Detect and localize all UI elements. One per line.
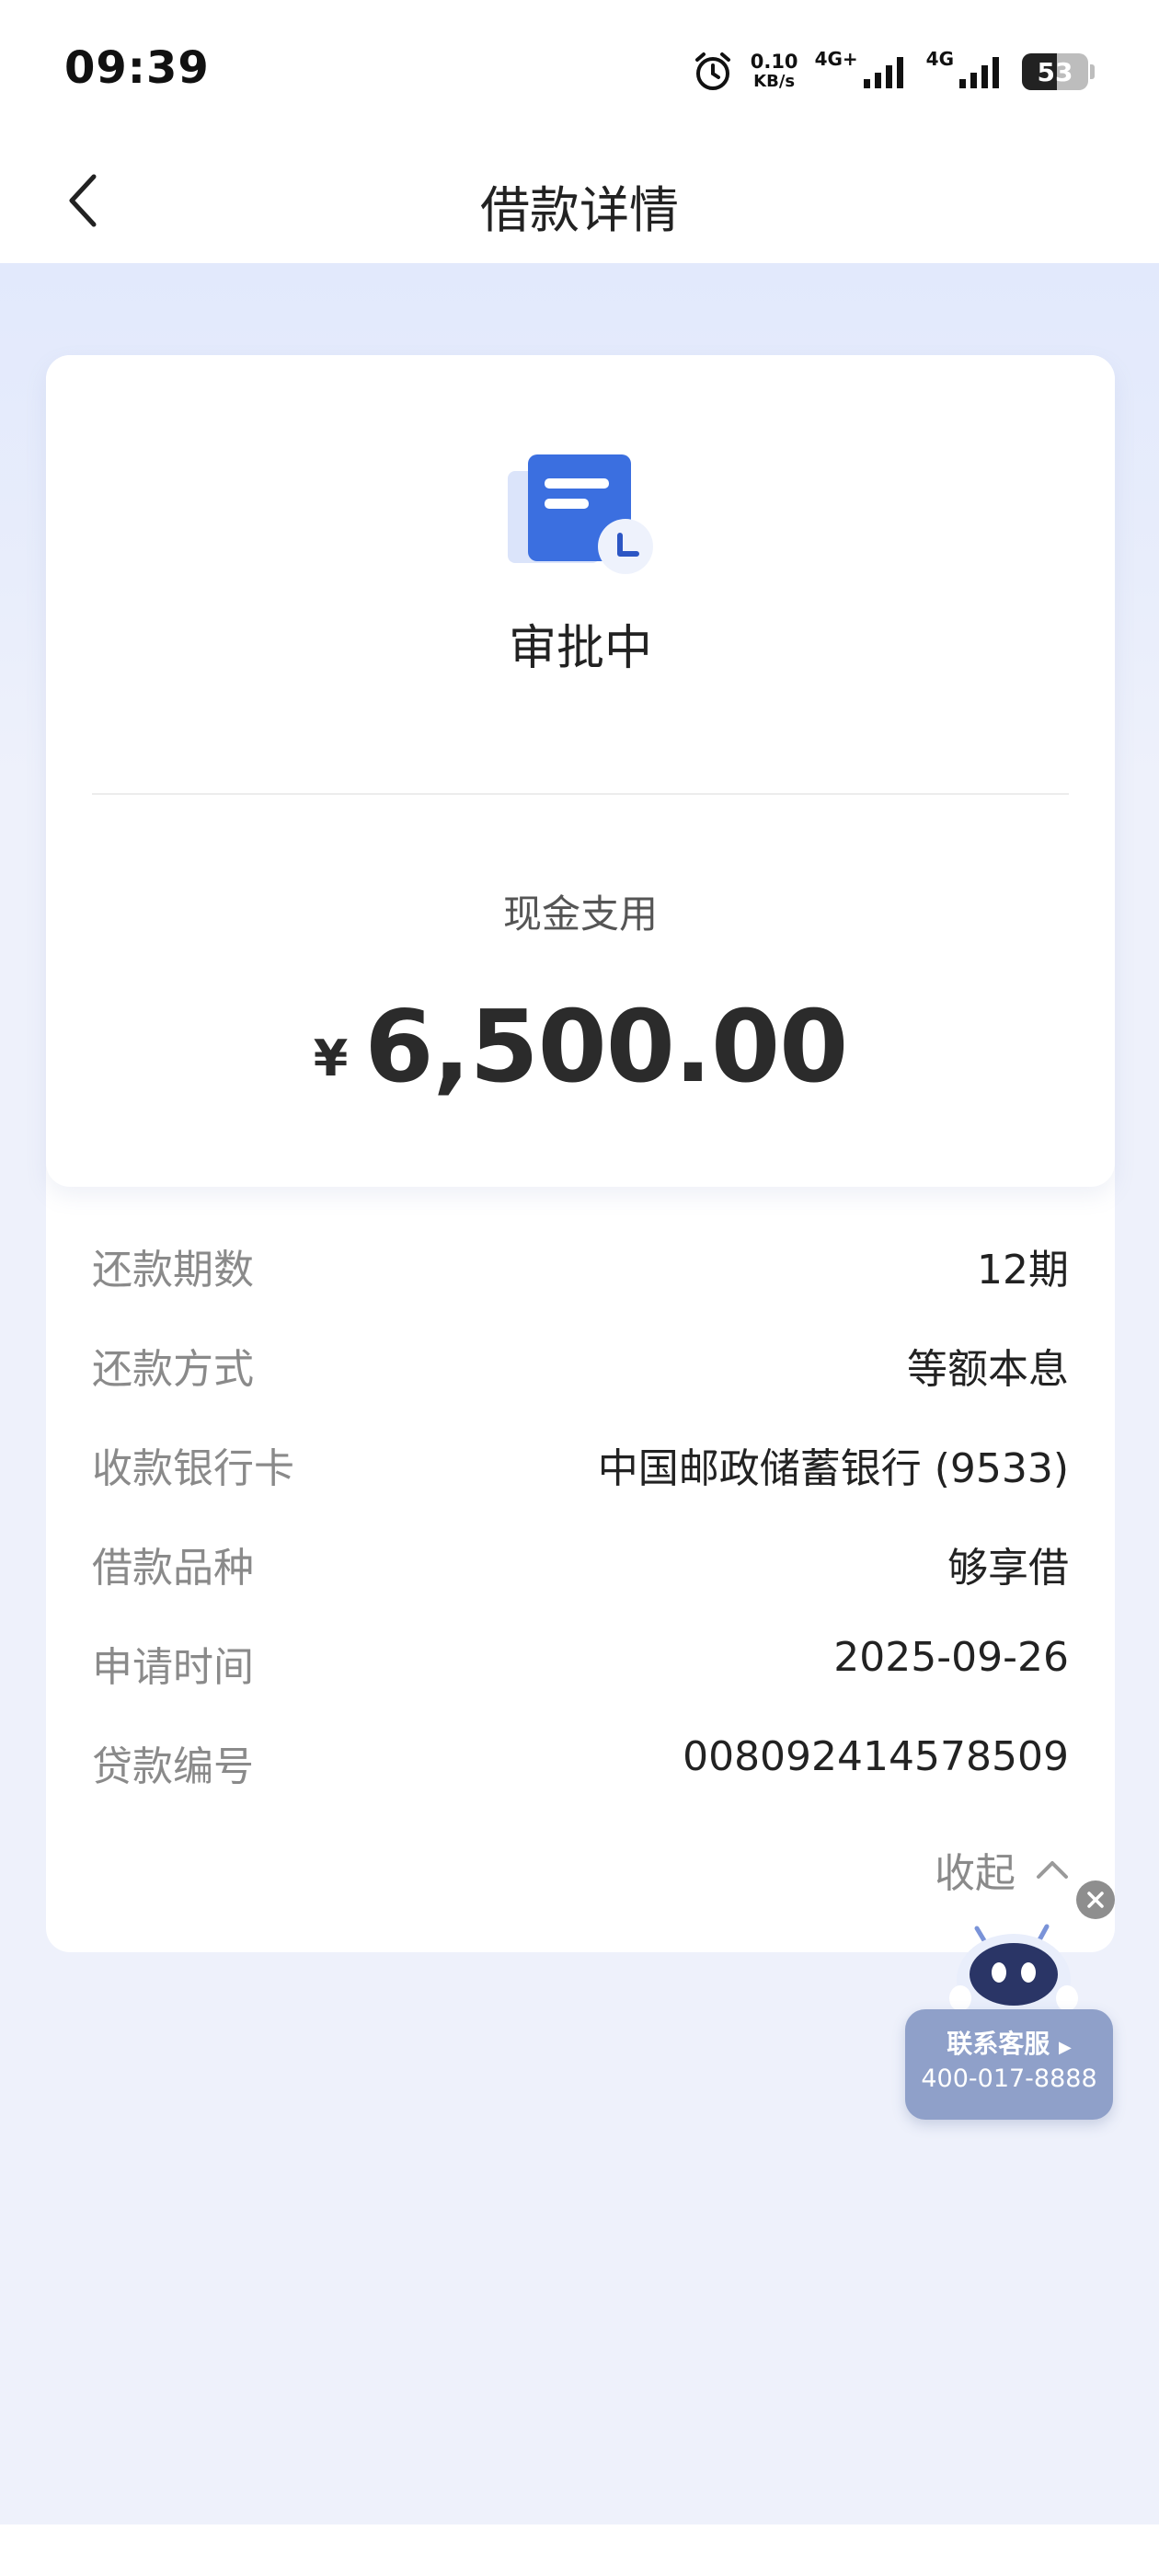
loan-summary: 审批中 现金支用 ¥6,500.00: [46, 355, 1115, 1187]
detail-label: 还款方式: [92, 1346, 254, 1393]
status-time: 09:39: [64, 42, 210, 94]
close-icon: [1087, 1892, 1104, 1908]
battery-percent: 53: [1037, 56, 1073, 87]
detail-label: 借款品种: [92, 1545, 254, 1592]
net-speed-value: 0.10: [750, 51, 798, 73]
net-speed-unit: KB/s: [753, 72, 796, 91]
alarm-icon: [694, 52, 730, 90]
detail-value: 中国邮政储蓄银行 (9533): [597, 1445, 1069, 1492]
signal2-label: 4G: [925, 48, 954, 70]
battery-tip: [1090, 64, 1095, 79]
detail-value: 12期: [977, 1247, 1069, 1294]
collapse-label: 收起: [935, 1850, 1016, 1897]
status-icons: 0.10 KB/s 4G+ 4G 53: [692, 46, 1095, 98]
net-speed: 0.10 KB/s: [751, 52, 798, 92]
detail-value: 2025-09-26: [833, 1634, 1069, 1681]
detail-row-repayment-periods: 还款期数 12期: [92, 1236, 1069, 1336]
signal1-label: 4G+: [814, 48, 858, 70]
loan-details-list: 还款期数 12期 还款方式 等额本息 收款银行卡 中国邮政储蓄银行 (9533)…: [92, 1236, 1069, 1833]
detail-row-loan-product: 借款品种 够享借: [92, 1535, 1069, 1634]
bottom-strip: [0, 2524, 1159, 2576]
battery-icon: 53: [1022, 53, 1088, 90]
customer-service-widget[interactable]: 联系客服 ▶ 400-017-8888: [905, 2009, 1113, 2120]
detail-value: 够享借: [947, 1545, 1069, 1592]
detail-label: 申请时间: [92, 1644, 254, 1691]
amount-value: 6,500.00: [364, 990, 848, 1105]
page-title: 借款详情: [480, 181, 679, 239]
detail-row-bank-card: 收款银行卡 中国邮政储蓄银行 (9533): [92, 1435, 1069, 1535]
collapse-button[interactable]: 收起: [935, 1840, 1069, 1899]
divider: [92, 793, 1069, 795]
status-bar: 09:39 0.10 KB/s 4G+ 4G 53: [0, 0, 1159, 138]
signal-icon: [863, 57, 903, 88]
currency-symbol: ¥: [313, 1029, 349, 1087]
detail-value: 008092414578509: [683, 1733, 1069, 1780]
loan-status: 审批中: [508, 621, 652, 676]
detail-row-repayment-method: 还款方式 等额本息: [92, 1336, 1069, 1435]
play-arrow-icon: ▶: [1058, 2038, 1072, 2057]
detail-row-loan-number: 贷款编号 008092414578509: [92, 1733, 1069, 1833]
detail-label: 收款银行卡: [92, 1445, 294, 1492]
signal-icon: [959, 57, 999, 88]
loan-purpose: 现金支用: [502, 891, 658, 937]
customer-service-phone: 400-017-8888: [921, 2064, 1097, 2093]
detail-row-apply-date: 申请时间 2025-09-26: [92, 1634, 1069, 1733]
detail-label: 还款期数: [92, 1247, 254, 1294]
nav-bar: 借款详情: [0, 138, 1159, 263]
chevron-up-icon: [1037, 1861, 1068, 1879]
customer-service-title: 联系客服 ▶: [947, 2029, 1072, 2059]
loan-amount: ¥6,500.00: [46, 990, 1115, 1105]
loan-detail-card: 审批中 现金支用 ¥6,500.00 还款期数 12期 还款方式 等额本息 收款…: [46, 355, 1115, 1952]
detail-value: 等额本息: [907, 1346, 1069, 1393]
document-clock-icon: [508, 454, 653, 574]
detail-label: 贷款编号: [92, 1743, 254, 1790]
